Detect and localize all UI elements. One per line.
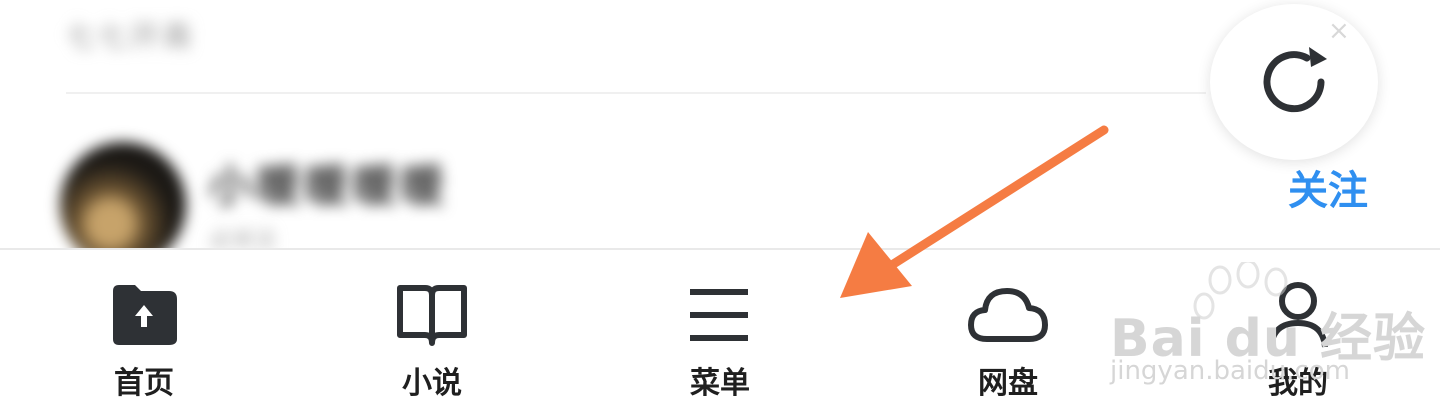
tab-cloud-label: 网盘: [978, 366, 1038, 401]
feed-top-text: 七七开斋: [66, 20, 194, 55]
tab-novel-label: 小说: [402, 366, 462, 401]
annotation-arrow-icon: [840, 125, 1109, 298]
tab-menu-label: 菜单: [690, 366, 750, 401]
close-icon[interactable]: ×: [1328, 16, 1350, 46]
follow-button[interactable]: 关注: [1288, 158, 1368, 216]
tab-home-label: 首页: [114, 366, 174, 401]
home-upload-icon: [113, 285, 177, 345]
refresh-icon: [1263, 47, 1327, 113]
tab-menu[interactable]: 菜单: [640, 274, 800, 402]
tab-novel[interactable]: 小说: [352, 274, 512, 402]
book-icon: [397, 285, 467, 346]
refresh-button[interactable]: [1210, 4, 1378, 160]
username[interactable]: 小暖暖暖暖: [208, 150, 448, 214]
tab-home[interactable]: 首页: [64, 274, 224, 402]
menu-icon: [690, 289, 748, 341]
divider: [66, 92, 1206, 94]
watermark-url: jingyan.baidu.com: [1110, 356, 1350, 386]
